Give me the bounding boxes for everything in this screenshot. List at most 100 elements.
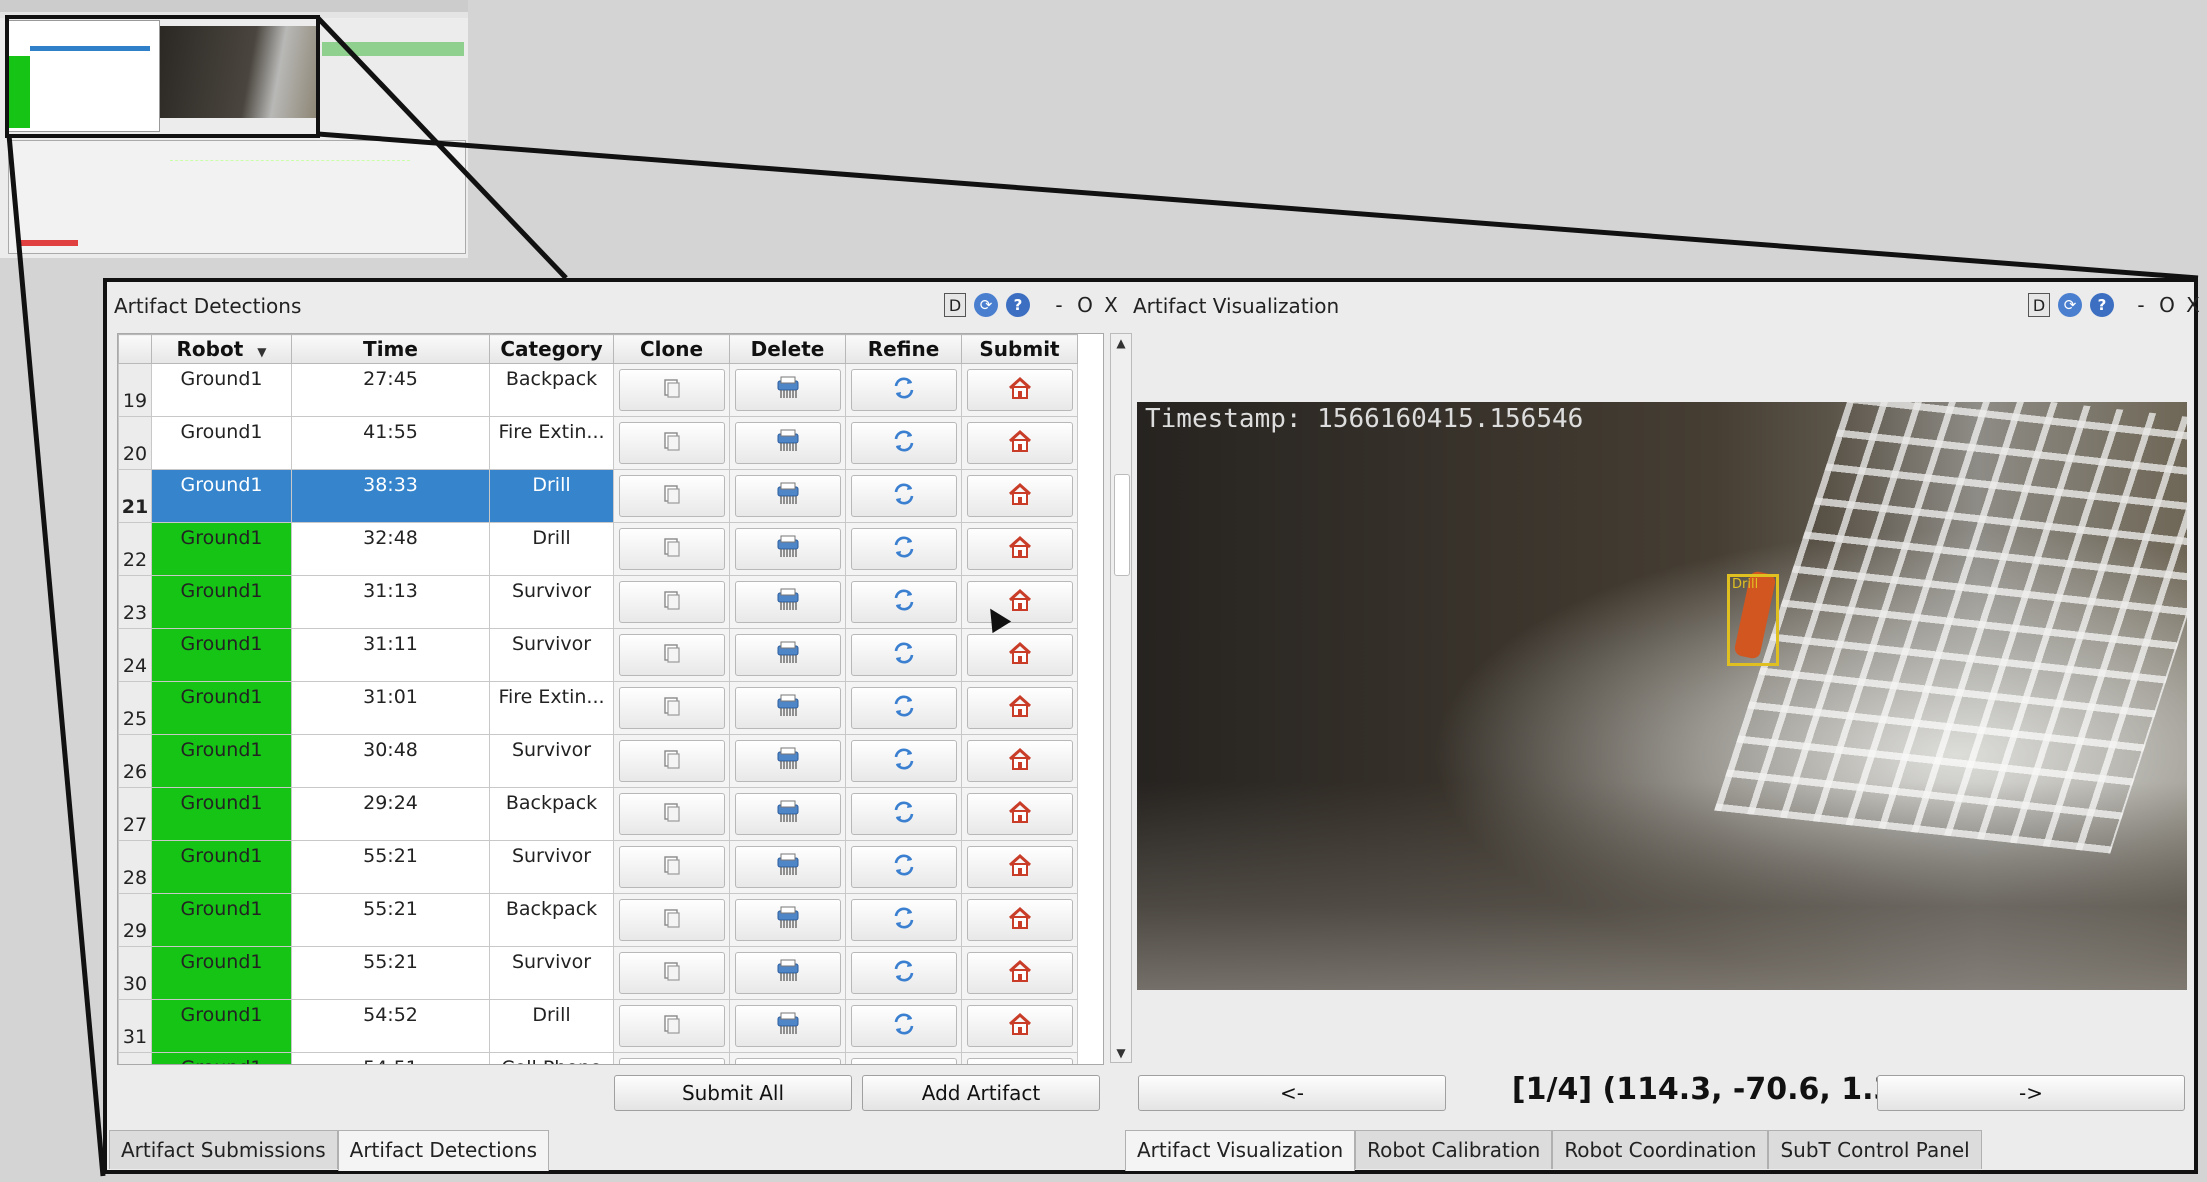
submit-button[interactable] — [966, 687, 1073, 729]
delete-button[interactable] — [734, 369, 841, 411]
visualization-close-button[interactable]: X — [2184, 293, 2202, 317]
category-cell[interactable]: Fire Extin... — [489, 681, 614, 735]
row-number[interactable]: 23 — [118, 575, 152, 629]
row-number[interactable]: 30 — [118, 946, 152, 1000]
robot-cell[interactable]: Ground1 — [151, 628, 292, 682]
table-scrollbar[interactable]: ▲ ▼ — [1110, 333, 1132, 1063]
robot-cell[interactable]: Ground1 — [151, 575, 292, 629]
visualization-dock-button[interactable]: D — [2028, 293, 2050, 317]
tab-robot-coordination[interactable]: Robot Coordination — [1552, 1130, 1769, 1169]
table-row[interactable]: 22 Ground1 32:48 Drill — [118, 522, 1078, 576]
robot-cell[interactable]: Ground1 — [151, 999, 292, 1053]
delete-button[interactable] — [734, 634, 841, 676]
row-number[interactable]: 32 — [118, 1052, 152, 1064]
delete-button[interactable] — [734, 846, 841, 888]
refine-button[interactable] — [850, 475, 957, 517]
time-cell[interactable]: 31:13 — [291, 575, 490, 629]
delete-button[interactable] — [734, 899, 841, 941]
time-cell[interactable]: 29:24 — [291, 787, 490, 841]
time-column-header[interactable]: Time — [291, 334, 490, 364]
robot-cell[interactable]: Ground1 — [151, 416, 292, 470]
refine-button[interactable] — [850, 687, 957, 729]
robot-cell[interactable]: Ground1 — [151, 946, 292, 1000]
clone-button[interactable] — [618, 846, 725, 888]
category-cell[interactable]: Survivor — [489, 840, 614, 894]
refine-button[interactable] — [850, 369, 957, 411]
detections-restore-button[interactable]: O — [1076, 293, 1094, 317]
category-cell[interactable]: Backpack — [489, 893, 614, 947]
refresh-icon[interactable]: ⟳ — [974, 293, 998, 317]
submit-button[interactable] — [966, 475, 1073, 517]
table-row[interactable]: 20 Ground1 41:55 Fire Extin... — [118, 416, 1078, 470]
category-cell[interactable]: Drill — [489, 522, 614, 576]
clone-button[interactable] — [618, 422, 725, 464]
category-cell[interactable]: Cell Phone — [489, 1052, 614, 1064]
category-cell[interactable]: Backpack — [489, 787, 614, 841]
refine-button[interactable] — [850, 899, 957, 941]
row-number[interactable]: 26 — [118, 734, 152, 788]
delete-button[interactable] — [734, 793, 841, 835]
table-row[interactable]: 32Ground154:51Cell Phone — [118, 1052, 1078, 1064]
robot-cell[interactable]: Ground1 — [151, 893, 292, 947]
help-icon[interactable]: ? — [1006, 293, 1030, 317]
submit-all-button[interactable]: Submit All — [614, 1075, 852, 1111]
submit-button[interactable] — [966, 740, 1073, 782]
submit-button[interactable] — [966, 793, 1073, 835]
clone-button[interactable] — [618, 793, 725, 835]
clone-button[interactable] — [618, 634, 725, 676]
refine-button[interactable] — [850, 740, 957, 782]
table-row[interactable]: 31 Ground1 54:52 Drill — [118, 999, 1078, 1053]
refine-button[interactable] — [850, 1058, 957, 1064]
detections-close-button[interactable]: X — [1102, 293, 1120, 317]
clone-button[interactable] — [618, 952, 725, 994]
refine-button[interactable] — [850, 793, 957, 835]
clone-button[interactable] — [618, 740, 725, 782]
delete-button[interactable] — [734, 687, 841, 729]
detections-minimize-button[interactable]: - — [1050, 293, 1068, 317]
category-cell[interactable]: Survivor — [489, 575, 614, 629]
robot-cell[interactable]: Ground1 — [151, 681, 292, 735]
refine-button[interactable] — [850, 422, 957, 464]
robot-cell[interactable]: Ground1 — [151, 522, 292, 576]
previous-button[interactable]: <- — [1138, 1075, 1446, 1111]
category-cell[interactable]: Survivor — [489, 628, 614, 682]
detections-dock-button[interactable]: D — [944, 293, 966, 317]
table-row[interactable]: 23 Ground1 31:13 Survivor — [118, 575, 1078, 629]
row-number[interactable]: 24 — [118, 628, 152, 682]
submit-button[interactable] — [966, 422, 1073, 464]
next-button[interactable]: -> — [1877, 1075, 2185, 1111]
time-cell[interactable]: 54:51 — [291, 1052, 490, 1064]
table-row[interactable]: 26 Ground1 30:48 Survivor — [118, 734, 1078, 788]
delete-button[interactable] — [734, 475, 841, 517]
clone-column-header[interactable]: Clone — [613, 334, 730, 364]
row-number[interactable]: 21 — [118, 469, 152, 523]
robot-cell[interactable]: Ground1 — [151, 734, 292, 788]
time-cell[interactable]: 38:33 — [291, 469, 490, 523]
delete-column-header[interactable]: Delete — [729, 334, 846, 364]
table-row[interactable]: 24 Ground1 31:11 Survivor — [118, 628, 1078, 682]
clone-button[interactable] — [618, 1058, 725, 1064]
category-cell[interactable]: Backpack — [489, 363, 614, 417]
delete-button[interactable] — [734, 1058, 841, 1064]
table-row[interactable]: 30 Ground1 55:21 Survivor — [118, 946, 1078, 1000]
refine-button[interactable] — [850, 528, 957, 570]
row-number[interactable]: 22 — [118, 522, 152, 576]
clone-button[interactable] — [618, 581, 725, 623]
delete-button[interactable] — [734, 1005, 841, 1047]
tab-artifact-submissions[interactable]: Artifact Submissions — [109, 1130, 338, 1169]
delete-button[interactable] — [734, 952, 841, 994]
time-cell[interactable]: 41:55 — [291, 416, 490, 470]
row-number[interactable]: 29 — [118, 893, 152, 947]
category-cell[interactable]: Survivor — [489, 734, 614, 788]
submit-button[interactable] — [966, 1005, 1073, 1047]
table-row[interactable]: 29 Ground1 55:21 Backpack — [118, 893, 1078, 947]
row-number[interactable]: 27 — [118, 787, 152, 841]
visualization-restore-button[interactable]: O — [2158, 293, 2176, 317]
tab-artifact-detections[interactable]: Artifact Detections — [337, 1130, 550, 1171]
refine-column-header[interactable]: Refine — [845, 334, 962, 364]
row-number[interactable]: 19 — [118, 363, 152, 417]
time-cell[interactable]: 31:11 — [291, 628, 490, 682]
row-number[interactable]: 25 — [118, 681, 152, 735]
refine-button[interactable] — [850, 1005, 957, 1047]
refine-button[interactable] — [850, 634, 957, 676]
